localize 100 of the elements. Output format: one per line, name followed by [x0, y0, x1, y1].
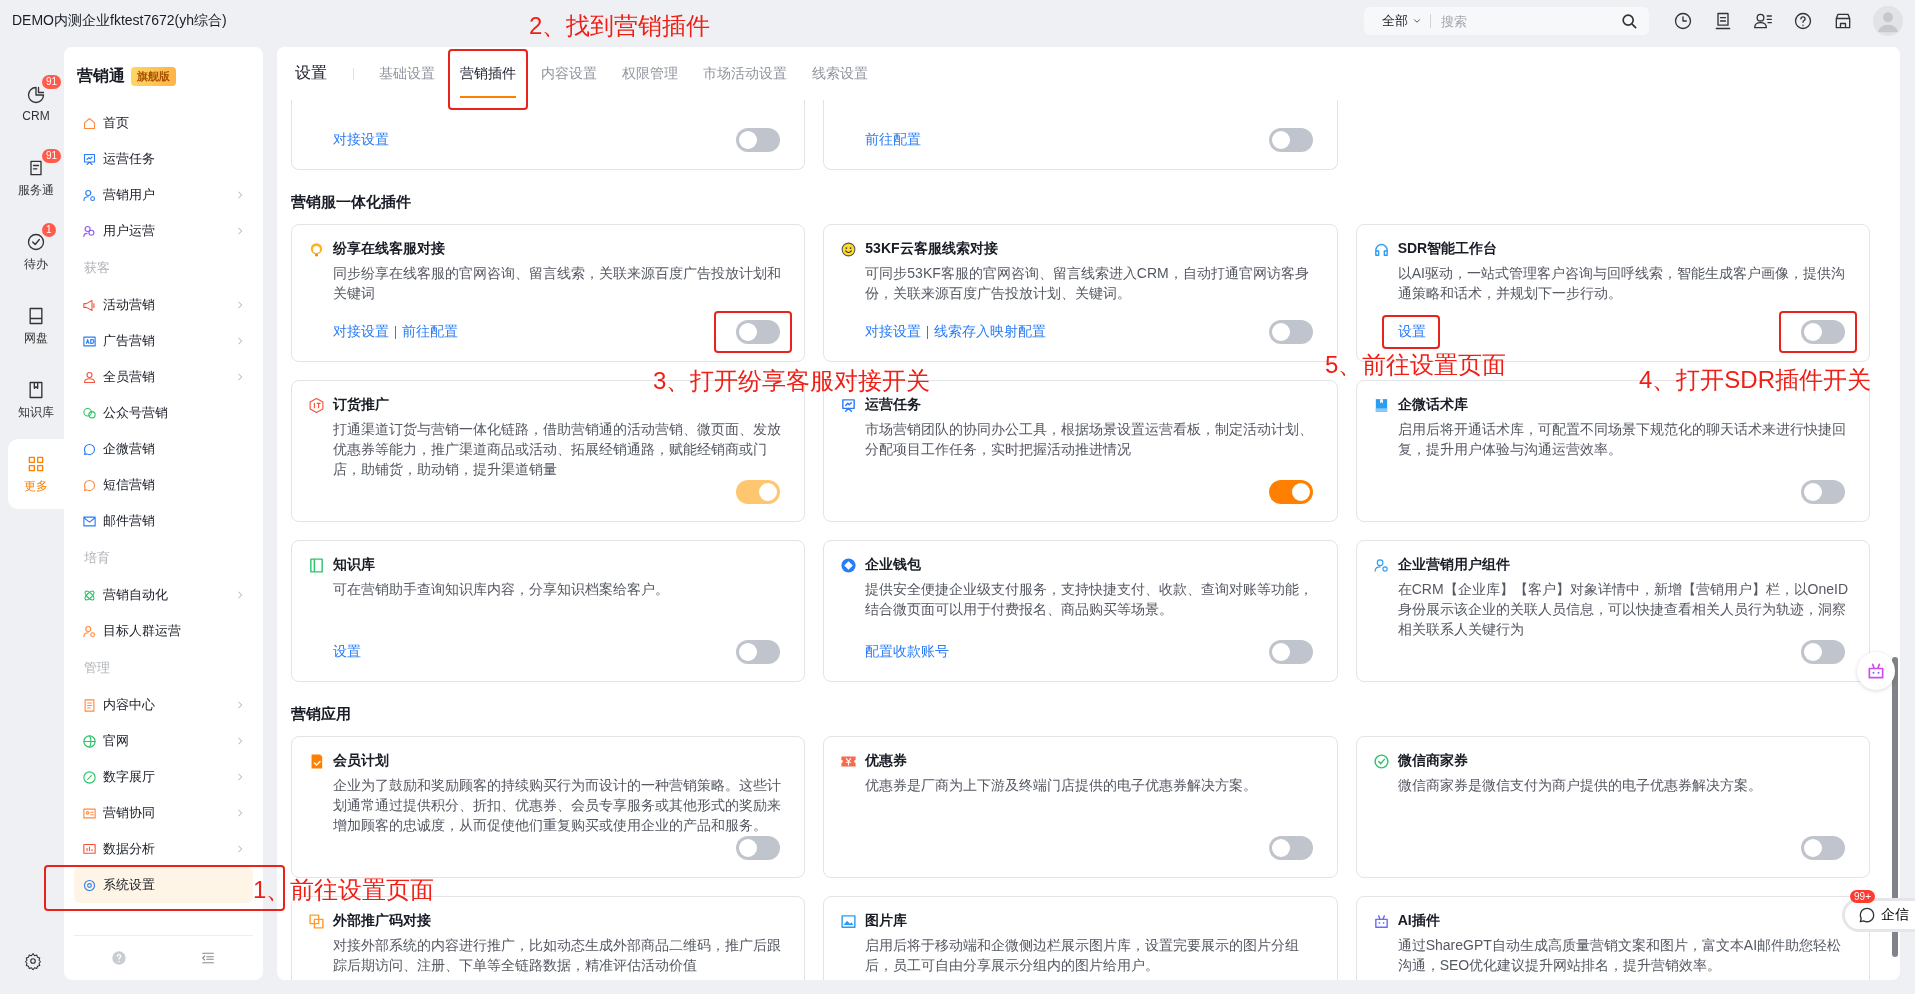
- toggle-switch[interactable]: [1268, 836, 1313, 860]
- section-title: 营销应用: [291, 703, 352, 724]
- clock-icon[interactable]: [1673, 11, 1693, 31]
- chat-icon: [82, 441, 97, 457]
- toggle-switch[interactable]: [1268, 480, 1313, 504]
- nav-item[interactable]: 公众号营销: [74, 395, 253, 431]
- link[interactable]: 前往配置: [865, 129, 922, 151]
- chevron-right-icon: [235, 372, 245, 382]
- speech-bubble-icon: [82, 477, 97, 493]
- nav-item[interactable]: 活动营销: [74, 287, 253, 323]
- nav-item[interactable]: 短信营销: [74, 467, 253, 503]
- card-title: 会员计划: [333, 752, 389, 770]
- nav-item[interactable]: 营销自动化: [74, 577, 253, 613]
- link[interactable]: 对接设置: [333, 129, 389, 151]
- store-icon[interactable]: [1833, 11, 1853, 31]
- settings-icon[interactable]: [24, 952, 42, 970]
- chevron-right-icon: [235, 700, 245, 710]
- card-title: AI插件: [1397, 912, 1440, 930]
- toggle-switch[interactable]: [736, 640, 781, 664]
- chevron-right-icon: [235, 226, 245, 236]
- toggle-switch[interactable]: [736, 320, 781, 344]
- rail-item[interactable]: 待办 1: [8, 217, 64, 287]
- company-name: DEMO内测企业fktest7672(yh综合): [12, 12, 227, 30]
- page-title: 设置: [295, 63, 327, 83]
- rail-item[interactable]: CRM 91: [8, 69, 64, 139]
- chevron-right-icon: [235, 844, 245, 854]
- nav-item[interactable]: 营销用户: [74, 177, 253, 213]
- count-badge: 1: [42, 223, 56, 237]
- nav-item[interactable]: 全员营销: [74, 359, 253, 395]
- rail-item[interactable]: 服务通 91: [8, 143, 64, 213]
- profile-card-icon: [82, 805, 97, 821]
- toggle-switch[interactable]: [1801, 480, 1845, 504]
- nav-item[interactable]: 邮件营销: [74, 503, 253, 539]
- card-description: 企业为了鼓励和奖励顾客的持续购买行为而设计的一种营销策略。这些计划通常通过提供积分、折扣、优惠券、会员专享服务或其他形式的奖励来增加顾客的忠诚度，从而促使他们重复购买或使用企业的产品和服务。: [333, 776, 782, 835]
- tab[interactable]: 营销插件: [460, 47, 516, 100]
- people-icon: [82, 369, 97, 385]
- hexagon-icon: [308, 396, 325, 414]
- search-field[interactable]: 全部 搜索: [1364, 7, 1649, 35]
- toggle-switch[interactable]: [1268, 128, 1313, 152]
- nav-item[interactable]: 营销协同: [74, 795, 253, 831]
- bar-chart-icon: [82, 841, 97, 857]
- nav-item[interactable]: 目标人群运营: [74, 613, 253, 649]
- nav-item[interactable]: 内容中心: [74, 687, 253, 723]
- bookmark-book-icon: [308, 556, 325, 574]
- group-label: 培育: [83, 549, 111, 567]
- users-icon: [82, 223, 97, 239]
- count-badge: 91: [42, 149, 62, 163]
- card-description: 同步纷享在线客服的官网咨询、留言线索，关联来源百度广告投放计划和关键词: [333, 264, 782, 303]
- atom-icon: [82, 587, 97, 603]
- card-description: 在CRM【企业库】【客户】对象详情中，新增【营销用户】栏，以OneID身份展示该企业的关联人员信息，可以快捷查看相关人员行为轨迹，洞察相关联系人关键行为: [1397, 580, 1849, 639]
- link[interactable]: 配置收款账号: [865, 641, 950, 663]
- smiley-icon: [840, 240, 858, 258]
- toggle-switch[interactable]: [736, 836, 781, 860]
- user-icon: [82, 187, 97, 203]
- link[interactable]: 前往配置: [402, 321, 458, 343]
- link[interactable]: 线索存入映射配置: [934, 321, 1047, 343]
- document-icon[interactable]: [1713, 11, 1733, 31]
- link[interactable]: 对接设置: [865, 321, 922, 343]
- link[interactable]: 设置: [1397, 321, 1426, 343]
- scope-dropdown[interactable]: 全部: [1382, 12, 1422, 30]
- card-title: 优惠券: [865, 752, 908, 770]
- card-description: 可在营销助手查询知识库内容，分享知识档案给客户。: [333, 580, 670, 599]
- annotation-text: 4、打开SDR插件开关: [1639, 366, 1872, 394]
- nav-item[interactable]: 系统设置: [74, 867, 253, 903]
- toggle-switch[interactable]: [1801, 320, 1845, 344]
- search-icon[interactable]: [1619, 11, 1639, 31]
- card-title: SDR智能工作台: [1397, 240, 1498, 258]
- product-title: 营销通: [77, 65, 125, 86]
- link[interactable]: 设置: [333, 641, 361, 663]
- card-description: 市场营销团队的协同办公工具，根据场景设置运营看板，制定活动计划、分配项目工作任务，实时把握活动推进情况: [865, 420, 1315, 459]
- chevron-right-icon: [235, 190, 245, 200]
- nav-item[interactable]: 首页: [74, 105, 253, 141]
- card-title: 企业营销用户组件: [1397, 556, 1510, 574]
- help-icon[interactable]: [1793, 11, 1813, 31]
- toggle-switch[interactable]: [1268, 640, 1313, 664]
- rail-item[interactable]: 知识库: [8, 365, 64, 435]
- check-circle-icon: [26, 231, 46, 252]
- chevron-right-icon: [235, 808, 245, 818]
- toggle-switch[interactable]: [1801, 836, 1845, 860]
- toggle-switch[interactable]: [1268, 320, 1313, 344]
- nav-item[interactable]: 企微营销: [74, 431, 253, 467]
- image-icon: [840, 912, 858, 930]
- nav-item[interactable]: 广告营销: [74, 323, 253, 359]
- link[interactable]: 对接设置: [333, 321, 389, 343]
- nav-item[interactable]: 数字展厅: [74, 759, 253, 795]
- kanban-icon: [82, 151, 97, 167]
- card-description: 优惠券是厂商为上下游及终端门店提供的电子优惠券解决方案。: [865, 776, 1259, 795]
- nav-item[interactable]: 用户运营: [74, 213, 253, 249]
- count-badge: 91: [42, 75, 62, 89]
- nav-item[interactable]: 数据分析: [74, 831, 253, 867]
- toggle-switch[interactable]: [736, 128, 781, 152]
- card-description: 打通渠道订货与营销一体化链路，借助营销通的活动营销、微页面、发放优惠券等能力，推广渠道商品或活动、拓展经销通路，赋能经销商或门店，助铺货，助动销，提升渠道销量: [333, 420, 782, 479]
- toggle-switch[interactable]: [1801, 640, 1845, 664]
- nav-item[interactable]: 运营任务: [74, 141, 253, 177]
- card-description: 提供安全便捷企业级支付服务，支持快捷支付、收款、查询对账等功能，结合微页面可以用于付费报名、商品购买等场景。: [865, 580, 1315, 619]
- collapse-icon[interactable]: [200, 950, 217, 966]
- nav-item[interactable]: 官网: [74, 723, 253, 759]
- envelope-icon: [82, 513, 97, 529]
- contacts-icon[interactable]: [1753, 11, 1773, 31]
- rail-item[interactable]: 网盘: [8, 291, 64, 361]
